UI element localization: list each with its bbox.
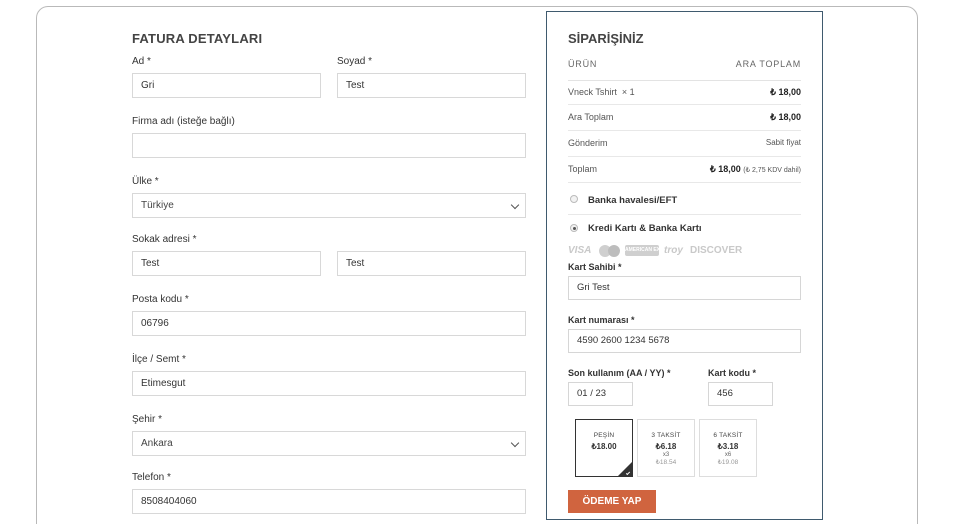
last-name-input[interactable]: Test	[337, 73, 526, 98]
col-product: ÜRÜN	[568, 59, 598, 69]
installment-total: ₺18.54	[655, 459, 677, 466]
card-number-label: Kart numarası *	[568, 315, 635, 325]
district-label: İlçe / Semt *	[132, 354, 186, 365]
card-holder-input[interactable]: Gri Test	[568, 276, 801, 300]
installment-amount: ₺3.18	[717, 442, 739, 451]
order-summary: SİPARİŞİNİZ ÜRÜN ARA TOPLAM Vneck Tshirt…	[546, 11, 823, 520]
col-subtotal: ARA TOPLAM	[735, 59, 801, 69]
order-item-row: Vneck Tshirt × 1 ₺ 18,00	[568, 80, 801, 105]
chevron-down-icon	[510, 200, 520, 210]
item-name: Vneck Tshirt × 1	[568, 87, 635, 97]
item-price: ₺ 18,00	[770, 87, 801, 97]
subtotal-value: ₺ 18,00	[770, 112, 801, 122]
installment-option[interactable]: 3 TAKSİT ₺6.18 x3 ₺18.54	[637, 419, 695, 477]
cvc-input[interactable]: 456	[708, 382, 773, 406]
pay-button[interactable]: ÖDEME YAP	[568, 490, 656, 513]
item-qty: × 1	[621, 87, 635, 97]
installment-total: ₺19.08	[717, 459, 739, 466]
installment-title: 3 TAKSİT	[651, 432, 681, 439]
expiry-label: Son kullanım (AA / YY) *	[568, 368, 671, 378]
shipping-value: Sabit fiyat	[765, 138, 801, 147]
postcode-label: Posta kodu *	[132, 294, 189, 305]
troy-icon: troy	[664, 245, 683, 256]
total-label: Toplam	[568, 164, 598, 174]
method-bank-label: Banka havalesi/EFT	[588, 195, 678, 206]
installment-amount: ₺18.00	[591, 442, 617, 451]
first-name-input[interactable]: Gri	[132, 73, 321, 98]
installment-amount: ₺6.18	[655, 442, 677, 451]
billing-title: FATURA DETAYLARI	[132, 31, 263, 46]
phone-input[interactable]: 8508404060	[132, 489, 526, 514]
installment-option[interactable]: 6 TAKSİT ₺3.18 x6 ₺19.08	[699, 419, 757, 477]
chevron-down-icon	[510, 438, 520, 448]
phone-label: Telefon *	[132, 472, 171, 483]
country-select[interactable]: Türkiye	[132, 193, 526, 218]
payment-method-bank[interactable]: Banka havalesi/EFT	[568, 187, 801, 215]
subtotal-row: Ara Toplam ₺ 18,00	[568, 105, 801, 131]
shipping-label: Gönderim	[568, 138, 608, 148]
expiry-input[interactable]: 01 / 23	[568, 382, 633, 406]
total-tax-note: (₺ 2,75 KDV dahil)	[743, 167, 801, 174]
card-holder-label: Kart Sahibi *	[568, 262, 622, 272]
street-input-1[interactable]: Test	[132, 251, 321, 276]
last-name-label: Soyad *	[337, 56, 373, 67]
country-value: Türkiye	[141, 200, 174, 211]
discover-icon: DISCOVER	[690, 245, 743, 256]
cvc-label: Kart kodu *	[708, 368, 757, 378]
company-label: Firma adı (isteğe bağlı)	[132, 116, 235, 127]
visa-icon: VISA	[568, 245, 592, 256]
first-name-label: Ad *	[132, 56, 151, 67]
order-title: SİPARİŞİNİZ	[568, 31, 644, 46]
street-label: Sokak adresi *	[132, 234, 197, 245]
amex-icon: AMERICAN EXPRESS	[625, 245, 677, 256]
city-select[interactable]: Ankara	[132, 431, 526, 456]
total-value: ₺ 18,00 (₺ 2,75 KDV dahil)	[709, 164, 801, 174]
check-icon	[618, 462, 632, 476]
city-label: Şehir *	[132, 414, 163, 425]
installment-option[interactable]: PEŞİN ₺18.00	[575, 419, 633, 477]
total-row: Toplam ₺ 18,00 (₺ 2,75 KDV dahil)	[568, 157, 801, 183]
country-label: Ülke *	[132, 176, 159, 187]
installment-title: 6 TAKSİT	[713, 432, 743, 439]
street-input-2[interactable]: Test	[337, 251, 526, 276]
postcode-input[interactable]: 06796	[132, 311, 526, 336]
city-value: Ankara	[141, 438, 173, 449]
order-table-header: ÜRÜN ARA TOPLAM	[568, 57, 801, 81]
subtotal-label: Ara Toplam	[568, 112, 614, 122]
installment-title: PEŞİN	[593, 432, 615, 439]
radio-card[interactable]	[570, 224, 578, 232]
radio-bank[interactable]	[570, 195, 578, 203]
card-number-input[interactable]: 4590 2600 1234 5678	[568, 329, 801, 353]
method-card-label: Kredi Kartı & Banka Kartı	[588, 223, 702, 234]
company-input[interactable]	[132, 133, 526, 158]
district-input[interactable]: Etimesgut	[132, 371, 526, 396]
mastercard-icon	[599, 245, 621, 257]
shipping-row: Gönderim Sabit fiyat	[568, 131, 801, 157]
